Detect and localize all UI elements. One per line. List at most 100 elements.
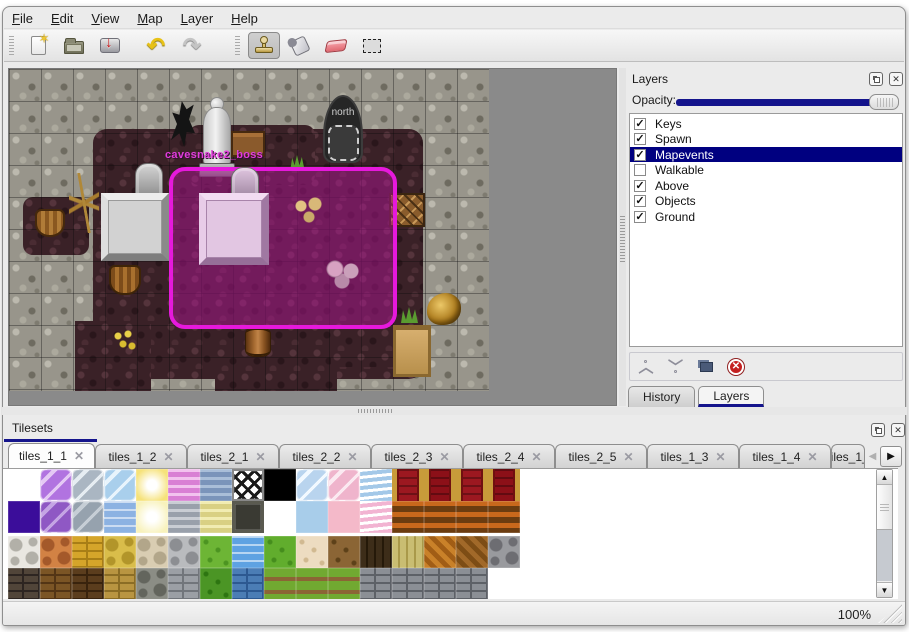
tileset-tile[interactable] <box>136 501 168 533</box>
layer-row-spawn[interactable]: ✓Spawn <box>630 132 902 147</box>
scroll-thumb[interactable] <box>877 485 892 530</box>
layer-row-objects[interactable]: ✓Objects <box>630 194 902 209</box>
tileset-tile[interactable] <box>104 469 136 501</box>
tileset-tile[interactable] <box>200 568 232 599</box>
tileset-tab-tiles_1_1[interactable]: tiles_1_1✕ <box>8 443 95 468</box>
tileset-tile[interactable] <box>264 568 296 599</box>
open-file-button[interactable] <box>58 32 90 59</box>
tileset-tile[interactable] <box>328 536 360 568</box>
tileset-tile[interactable] <box>200 536 232 568</box>
resize-grip[interactable] <box>878 603 902 623</box>
tileset-tile[interactable] <box>168 501 200 533</box>
tileset-tile[interactable] <box>168 469 200 501</box>
tab-layers[interactable]: Layers <box>698 386 764 407</box>
tileset-tile[interactable] <box>424 568 456 599</box>
tab-close-icon[interactable]: ✕ <box>623 450 633 464</box>
tileset-tile[interactable] <box>264 536 296 568</box>
tileset-tile[interactable] <box>72 536 104 568</box>
stamp-tool-button[interactable] <box>248 32 280 59</box>
tileset-tab-tiles_1_2[interactable]: tiles_1_2✕ <box>95 444 187 468</box>
tab-close-icon[interactable]: ✕ <box>255 450 265 464</box>
tileset-tile[interactable] <box>232 568 264 599</box>
delete-layer-button[interactable]: ✕ <box>726 357 746 377</box>
tileset-tile[interactable] <box>296 568 328 599</box>
tileset-tile[interactable] <box>456 536 488 568</box>
tileset-tab-tiles_1_3[interactable]: tiles_1_3✕ <box>647 444 739 468</box>
scroll-down-button[interactable]: ▼ <box>877 582 892 597</box>
tileset-tile[interactable] <box>456 469 488 501</box>
tileset-tile[interactable] <box>232 501 264 533</box>
layer-row-above[interactable]: ✓Above <box>630 178 902 193</box>
tileset-tile[interactable] <box>392 568 424 599</box>
tileset-tile[interactable] <box>40 536 72 568</box>
selection-tool-button[interactable] <box>356 32 388 59</box>
tileset-tile[interactable] <box>104 536 136 568</box>
undo-button[interactable]: ↶ <box>140 32 172 59</box>
tileset-tab-tiles_2_5[interactable]: tiles_2_5✕ <box>555 444 647 468</box>
toolbar-drag-handle[interactable] <box>9 36 14 56</box>
tileset-content[interactable] <box>3 468 898 599</box>
tileset-tile[interactable] <box>360 501 392 533</box>
tileset-tile[interactable] <box>360 469 392 501</box>
tileset-tile[interactable] <box>264 501 296 533</box>
tab-history[interactable]: History <box>628 386 695 407</box>
tileset-tile[interactable] <box>136 469 168 501</box>
tileset-tile[interactable] <box>168 568 200 599</box>
tab-close-icon[interactable]: ✕ <box>163 450 173 464</box>
tileset-tile[interactable] <box>72 568 104 599</box>
layer-visibility-checkbox[interactable]: ✓ <box>634 133 646 145</box>
tileset-tile[interactable] <box>328 469 360 501</box>
tab-close-icon[interactable]: ✕ <box>531 450 541 464</box>
close-panel-button[interactable]: ✕ <box>889 72 903 86</box>
close-tilesets-button[interactable]: ✕ <box>891 423 905 437</box>
tileset-tile[interactable] <box>200 501 232 533</box>
tileset-tile[interactable] <box>168 536 200 568</box>
tileset-tab-tiles_1_4[interactable]: tiles_1_4✕ <box>739 444 831 468</box>
menu-file[interactable]: File <box>12 11 33 26</box>
vertical-splitter[interactable] <box>619 68 626 406</box>
tileset-tile[interactable] <box>488 536 520 568</box>
float-panel-button[interactable] <box>869 72 883 86</box>
tileset-tile[interactable] <box>328 501 360 533</box>
tileset-tile[interactable] <box>232 469 264 501</box>
duplicate-layer-button[interactable] <box>696 357 716 377</box>
menu-map[interactable]: Map <box>137 11 162 26</box>
layer-row-ground[interactable]: ✓Ground <box>630 209 902 224</box>
opacity-slider[interactable] <box>676 99 898 106</box>
fill-tool-button[interactable] <box>284 32 316 59</box>
layer-visibility-checkbox[interactable] <box>634 164 646 176</box>
tileset-tile[interactable] <box>40 469 72 501</box>
tileset-tile[interactable] <box>424 536 456 568</box>
raise-layer-button[interactable]: ︿ <box>636 357 656 377</box>
float-tilesets-button[interactable] <box>871 423 885 437</box>
tileset-tile[interactable] <box>104 568 136 599</box>
layer-visibility-checkbox[interactable]: ✓ <box>634 195 646 207</box>
menu-layer[interactable]: Layer <box>181 11 214 26</box>
tileset-tile[interactable] <box>392 469 424 501</box>
redo-button[interactable]: ↷ <box>176 32 208 59</box>
layer-visibility-checkbox[interactable]: ✓ <box>634 149 646 161</box>
tileset-tile[interactable] <box>424 469 456 501</box>
tileset-tile[interactable] <box>136 568 168 599</box>
layer-visibility-checkbox[interactable]: ✓ <box>634 211 646 223</box>
tileset-tile[interactable] <box>296 469 328 501</box>
tileset-tile[interactable] <box>456 501 488 533</box>
tileset-tile[interactable] <box>488 469 520 501</box>
tileset-tile[interactable] <box>232 536 264 568</box>
tileset-tile[interactable] <box>104 501 136 533</box>
tileset-tile[interactable] <box>360 568 392 599</box>
scroll-up-button[interactable]: ▲ <box>877 470 892 485</box>
layer-visibility-checkbox[interactable]: ✓ <box>634 118 646 130</box>
tileset-tab-tiles_1_[interactable]: tiles_1_ <box>831 444 865 468</box>
tileset-tile[interactable] <box>136 536 168 568</box>
tileset-tab-tiles_2_3[interactable]: tiles_2_3✕ <box>371 444 463 468</box>
tileset-tile[interactable] <box>360 536 392 568</box>
new-file-button[interactable]: ✶ <box>22 32 54 59</box>
layer-row-walkable[interactable]: Walkable <box>630 163 902 178</box>
tab-scroll-left-button[interactable]: ◀ <box>865 446 880 467</box>
menu-edit[interactable]: Edit <box>51 11 73 26</box>
tab-close-icon[interactable]: ✕ <box>347 450 357 464</box>
horizontal-splitter[interactable] <box>2 407 907 415</box>
tileset-tile[interactable] <box>392 501 424 533</box>
layer-row-mapevents[interactable]: ✓Mapevents <box>630 147 902 162</box>
